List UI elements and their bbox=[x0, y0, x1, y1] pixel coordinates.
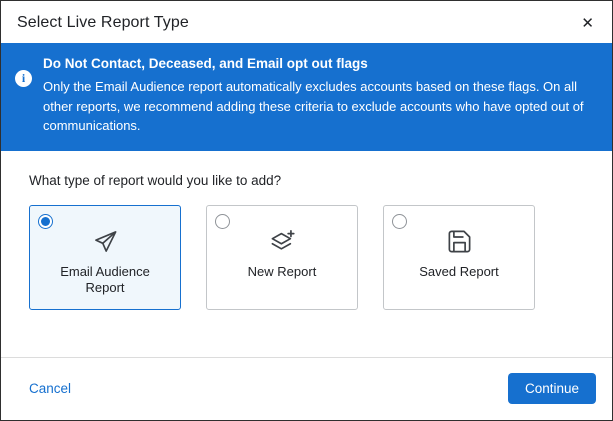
radio-saved-report[interactable] bbox=[392, 213, 407, 229]
info-banner-heading: Do Not Contact, Deceased, and Email opt … bbox=[43, 56, 368, 71]
layers-plus-icon bbox=[269, 228, 296, 255]
dialog-body: What type of report would you like to ad… bbox=[1, 151, 612, 358]
radio-new-report[interactable] bbox=[215, 213, 230, 229]
info-banner-text: Do Not Contact, Deceased, and Email opt … bbox=[43, 56, 590, 136]
option-label: Email Audience Report bbox=[60, 263, 150, 296]
option-card-saved-report[interactable]: Saved Report bbox=[383, 204, 535, 310]
option-label: Saved Report bbox=[419, 263, 499, 279]
dialog-footer: Cancel Continue bbox=[1, 357, 612, 420]
close-icon[interactable]: ✕ bbox=[577, 14, 598, 33]
paper-plane-icon bbox=[92, 228, 119, 255]
cancel-button[interactable]: Cancel bbox=[29, 381, 71, 396]
save-icon bbox=[446, 228, 473, 255]
dialog-header: Select Live Report Type ✕ bbox=[1, 1, 612, 43]
option-label: New Report bbox=[247, 263, 317, 279]
dialog-title: Select Live Report Type bbox=[17, 14, 189, 31]
info-banner-body: Only the Email Audience report automatic… bbox=[43, 79, 584, 133]
continue-button[interactable]: Continue bbox=[507, 373, 596, 404]
report-type-question: What type of report would you like to ad… bbox=[29, 172, 282, 188]
radio-email-audience-report[interactable] bbox=[38, 213, 53, 229]
select-live-report-type-dialog: Select Live Report Type ✕ i Do Not Conta… bbox=[0, 0, 613, 421]
info-banner: i Do Not Contact, Deceased, and Email op… bbox=[1, 43, 612, 151]
option-card-email-audience-report[interactable]: Email Audience Report bbox=[29, 204, 181, 310]
option-card-new-report[interactable]: New Report bbox=[206, 204, 358, 310]
info-circle-icon: i bbox=[15, 70, 32, 87]
report-type-options: Email Audience Report New Report Saved R… bbox=[29, 204, 584, 310]
